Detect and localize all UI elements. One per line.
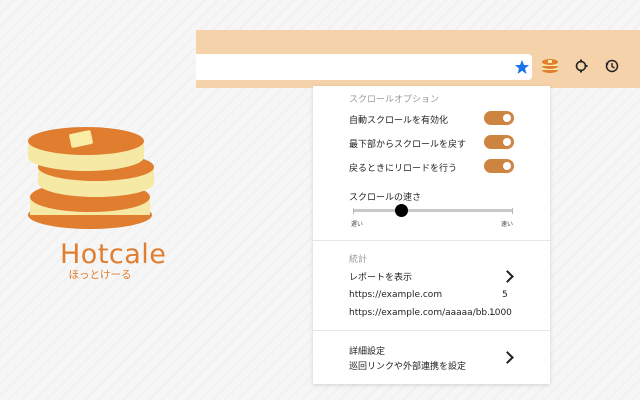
scroll-options-heading: スクロールオプション — [349, 95, 440, 105]
pancake-icon — [542, 59, 558, 73]
slider-tick-max — [512, 208, 513, 214]
divider — [313, 240, 550, 241]
advanced-settings-title: 詳細設定 — [349, 347, 386, 357]
stat-url: https://example.com/aaaaa/bb... — [349, 308, 496, 318]
slider-tick-min — [353, 208, 354, 214]
auto-scroll-toggle[interactable] — [484, 111, 514, 125]
chevron-right-icon — [501, 270, 514, 283]
extensions-button[interactable] — [570, 55, 592, 77]
hotcale-logo: Hotcale ほっとけーる — [22, 125, 166, 285]
advanced-settings-desc: 巡回リンクや外部連携を設定 — [349, 362, 467, 372]
toggle-label-auto-scroll: 自動スクロールを有効化 — [349, 116, 449, 126]
hotcale-extension-button[interactable] — [539, 55, 561, 77]
app-name-kana: ほっとけーる — [68, 269, 132, 281]
divider — [313, 330, 550, 331]
toggle-label-reload: 戻るときにリロードを行う — [349, 164, 458, 174]
scroll-speed-label: スクロールの速さ — [349, 193, 422, 203]
extension-popup: スクロールオプション 自動スクロールを有効化 最下部からスクロールを戻す 戻ると… — [313, 86, 550, 384]
browser-toolbar — [196, 30, 640, 88]
show-report-label: レポートを表示 — [349, 273, 413, 283]
scroll-back-toggle[interactable] — [484, 135, 514, 149]
address-bar[interactable] — [196, 54, 532, 80]
puzzle-icon — [575, 59, 588, 73]
reload-on-back-toggle[interactable] — [484, 159, 514, 173]
stat-count: 5 — [502, 290, 508, 300]
stat-count: 1000 — [489, 308, 512, 318]
history-icon — [605, 59, 619, 73]
app-name: Hotcale — [60, 239, 167, 270]
history-button[interactable] — [601, 55, 623, 77]
slider-max-label: 速い — [501, 221, 514, 228]
chevron-right-icon — [501, 351, 514, 364]
stat-url: https://example.com — [349, 290, 443, 300]
slider-thumb[interactable] — [394, 204, 408, 217]
star-icon[interactable] — [514, 59, 530, 75]
toggle-label-scroll-back: 最下部からスクロールを戻す — [349, 140, 467, 150]
stats-heading: 統計 — [349, 255, 368, 265]
slider-track[interactable] — [353, 209, 513, 212]
slider-min-label: 遅い — [351, 221, 364, 228]
pancake-stack-icon — [28, 127, 154, 229]
